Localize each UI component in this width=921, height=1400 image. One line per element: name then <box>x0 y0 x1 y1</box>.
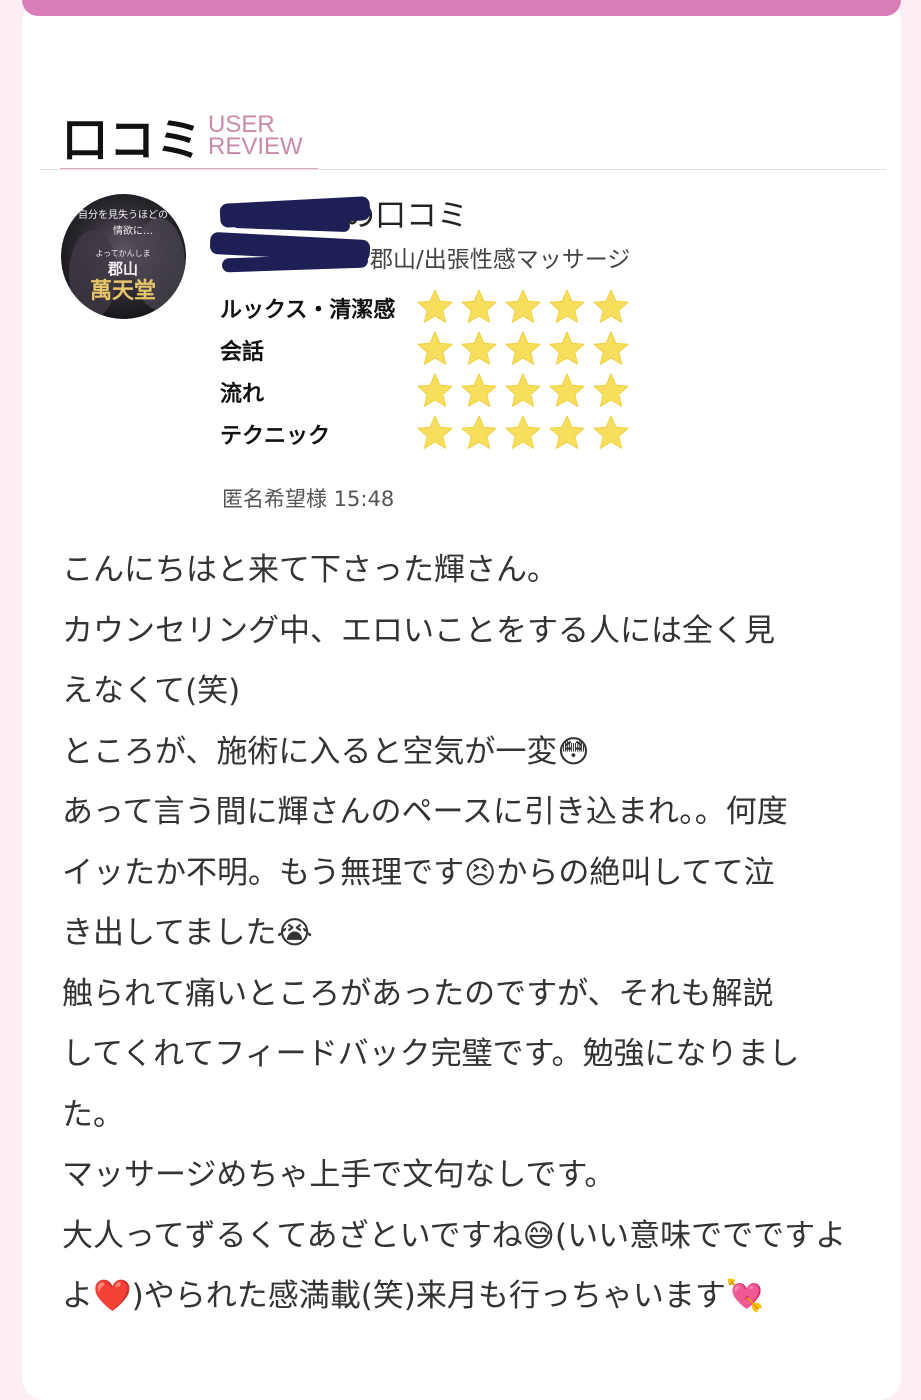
rating-stars <box>416 288 630 326</box>
rating-stars <box>416 372 630 410</box>
star-icon <box>417 373 453 407</box>
star-icon <box>461 289 497 323</box>
star-icon <box>549 415 585 449</box>
star-icon <box>549 331 585 365</box>
star-icon <box>461 415 497 449</box>
star-icon <box>461 373 497 407</box>
review-body-line: してくれてフィードバック完璧です。勉強になりまし <box>62 1036 800 1072</box>
rating-row: 流れ <box>220 372 660 414</box>
rating-label: テクニック <box>220 424 331 449</box>
review-body-line: カウンセリング中、エロいことをする人には全く見 <box>62 612 775 649</box>
avatar-text-1: 自分を見失うほどの <box>78 208 168 221</box>
rating-label: 会話 <box>220 340 265 365</box>
star-icon <box>417 415 453 449</box>
ratings-list: ルックス・清潔感 会話 流れ テクニック <box>220 288 660 456</box>
star-icon <box>549 373 585 407</box>
review-body-line: た。 <box>62 1096 124 1133</box>
section-subtitle-line2: REVIEW <box>208 133 303 160</box>
star-icon <box>505 373 541 407</box>
star-icon <box>593 289 629 323</box>
review-body-line: よ❤️)やられた感満載(笑)来月も行っちゃいます💘 <box>62 1278 765 1314</box>
review-body-line: マッサージめちゃ上手で文句なしです。 <box>62 1157 616 1193</box>
star-icon <box>417 331 453 365</box>
star-icon <box>593 415 629 449</box>
avatar-text-4: 郡山 <box>107 260 138 278</box>
rating-label: 流れ <box>220 382 265 407</box>
avatar-text-5: 萬天堂 <box>90 278 156 304</box>
review-body-line: こんにちはと来て下さった輝さん。 <box>62 552 558 588</box>
section-header: 口コミ USER REVIEW <box>60 112 318 170</box>
star-icon <box>549 289 585 323</box>
section-subtitle: USER REVIEW <box>208 113 303 160</box>
star-icon <box>505 331 541 365</box>
review-body-line: えなくて(笑) <box>62 673 241 709</box>
review-body-line: 触られて痛いところがあったのですが、それも解説 <box>62 975 774 1012</box>
star-icon <box>417 289 453 323</box>
avatar-text-3: よってかんしま <box>95 249 150 258</box>
star-icon <box>505 289 541 323</box>
rating-stars <box>416 330 630 368</box>
shop-line-suffix: 郡山/出張性感マッサージ <box>370 247 631 273</box>
shop-avatar-image: 自分を見失うほどの 情欲に… よってかんしま 郡山 萬天堂 <box>61 194 186 319</box>
card-accent-bar <box>22 0 901 16</box>
rating-row: ルックス・清潔感 <box>220 288 660 330</box>
shop-avatar[interactable]: 自分を見失うほどの 情欲に… よってかんしま 郡山 萬天堂 <box>61 194 186 319</box>
review-body-line: ところが、施術に入ると空気が一変😳 <box>62 733 590 770</box>
review-body: こんにちはと来て下さった輝さん。 カウンセリング中、エロいことをする人には全く見… <box>62 540 862 1327</box>
avatar-text-2: 情欲に… <box>113 224 153 237</box>
review-author-time: 匿名希望様 15:48 <box>222 487 395 511</box>
rating-label: ルックス・清潔感 <box>220 298 396 323</box>
star-icon <box>593 373 629 407</box>
rating-row: テクニック <box>220 414 660 456</box>
star-icon <box>461 331 497 365</box>
star-icon <box>505 415 541 449</box>
star-icon <box>593 331 629 365</box>
review-body-line: あって言う間に輝さんのペースに引き込まれ。。何度 <box>62 794 788 830</box>
rating-row: 会話 <box>220 330 660 372</box>
review-body-line: き出してました😭 <box>62 915 313 951</box>
section-divider <box>40 169 886 170</box>
review-body-line: 大人ってずるくてあざといですね😅(いい意味ででですよ <box>62 1217 847 1254</box>
section-title: 口コミ <box>62 113 203 167</box>
rating-stars <box>416 414 630 452</box>
review-body-line: イッたか不明。もう無理です😣からの絶叫してて泣 <box>62 854 775 891</box>
